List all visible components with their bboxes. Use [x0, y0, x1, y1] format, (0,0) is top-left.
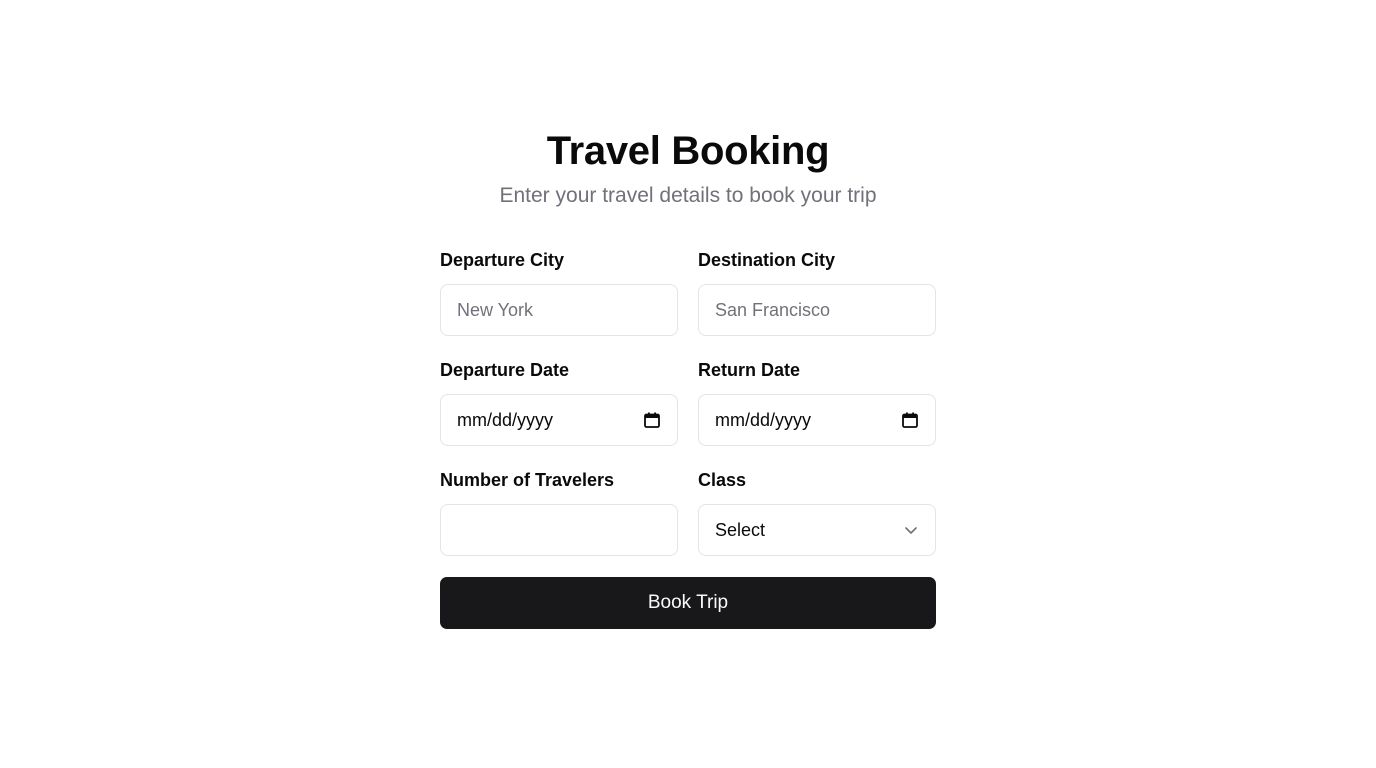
departure-city-field: Departure City New York	[440, 248, 678, 336]
return-date-placeholder: mm/dd/yyyy	[715, 409, 812, 430]
class-select[interactable]: Select	[698, 504, 936, 556]
page-title: Travel Booking	[546, 129, 830, 173]
travelers-input[interactable]	[440, 504, 678, 556]
departure-city-label: Departure City	[440, 250, 565, 270]
return-date-field: Return Date mm/dd/yyyy	[698, 358, 936, 446]
destination-city-field: Destination City San Francisco	[698, 248, 936, 336]
chevron-down-icon	[903, 522, 919, 538]
return-date-label: Return Date	[698, 360, 801, 380]
departure-city-input[interactable]: New York	[440, 284, 678, 336]
booking-card: Travel Booking Enter your travel details…	[440, 128, 936, 629]
destination-city-input[interactable]: San Francisco	[698, 284, 936, 336]
return-date-input[interactable]: mm/dd/yyyy	[698, 394, 936, 446]
class-selected-value: Select	[715, 519, 766, 540]
departure-date-label: Departure Date	[440, 360, 570, 380]
calendar-icon[interactable]	[901, 411, 919, 429]
travelers-label: Number of Travelers	[440, 470, 615, 490]
booking-form: Departure City New York Destination City…	[440, 248, 936, 556]
calendar-icon[interactable]	[643, 411, 661, 429]
page: Travel Booking Enter your travel details…	[0, 0, 1376, 768]
departure-city-placeholder: New York	[457, 299, 534, 320]
departure-date-input[interactable]: mm/dd/yyyy	[440, 394, 678, 446]
travelers-field: Number of Travelers	[440, 468, 678, 556]
book-trip-button[interactable]: Book Trip	[440, 577, 936, 629]
class-label: Class	[698, 470, 747, 490]
destination-city-label: Destination City	[698, 250, 836, 270]
page-subtitle: Enter your travel details to book your t…	[499, 184, 877, 207]
destination-city-placeholder: San Francisco	[715, 299, 831, 320]
departure-date-field: Departure Date mm/dd/yyyy	[440, 358, 678, 446]
class-field: Class Select	[698, 468, 936, 556]
departure-date-placeholder: mm/dd/yyyy	[457, 409, 554, 430]
